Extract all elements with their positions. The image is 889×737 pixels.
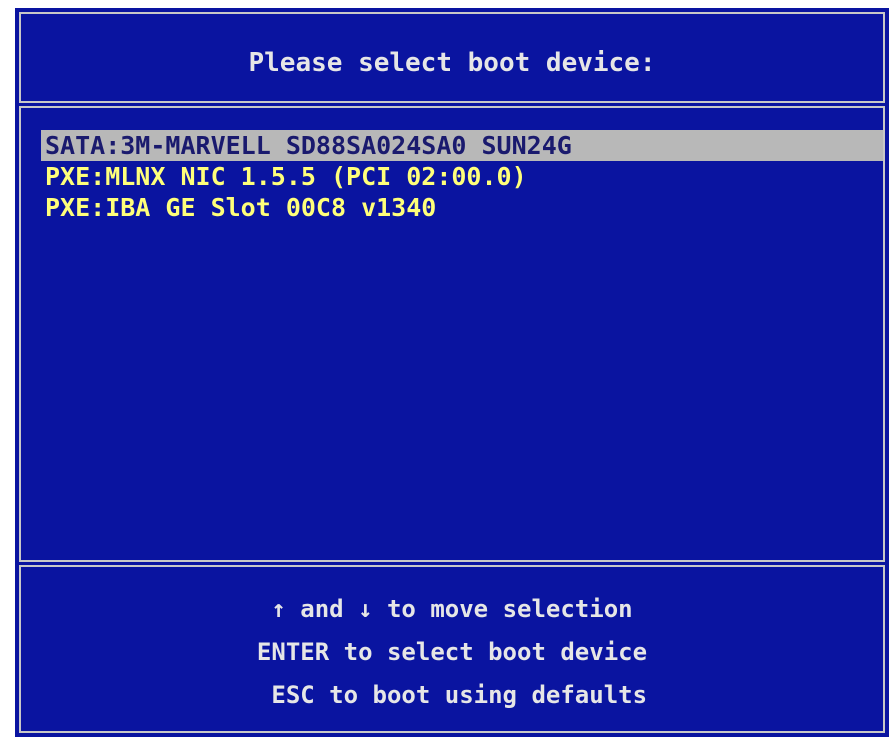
header-divider <box>19 101 885 108</box>
boot-device-item-pxe-iba[interactable]: PXE:IBA GE Slot 00C8 v1340 <box>41 192 883 223</box>
help-line-move: ↑ and ↓ to move selection <box>271 595 633 623</box>
boot-device-list: SATA:3M-MARVELL SD88SA024SA0 SUN24G PXE:… <box>41 130 883 223</box>
boot-device-item-sata[interactable]: SATA:3M-MARVELL SD88SA024SA0 SUN24G <box>41 130 883 161</box>
help-text: ↑ and ↓ to move selection ENTER to selec… <box>15 588 889 717</box>
footer-divider <box>19 560 885 567</box>
boot-device-item-pxe-mlnx[interactable]: PXE:MLNX NIC 1.5.5 (PCI 02:00.0) <box>41 161 883 192</box>
help-line-enter: ENTER to select boot device <box>256 638 648 666</box>
boot-menu-screen: Please select boot device: SATA:3M-MARVE… <box>15 8 889 737</box>
help-line-esc: ESC to boot using defaults <box>256 681 648 709</box>
boot-menu-title: Please select boot device: <box>248 48 656 78</box>
